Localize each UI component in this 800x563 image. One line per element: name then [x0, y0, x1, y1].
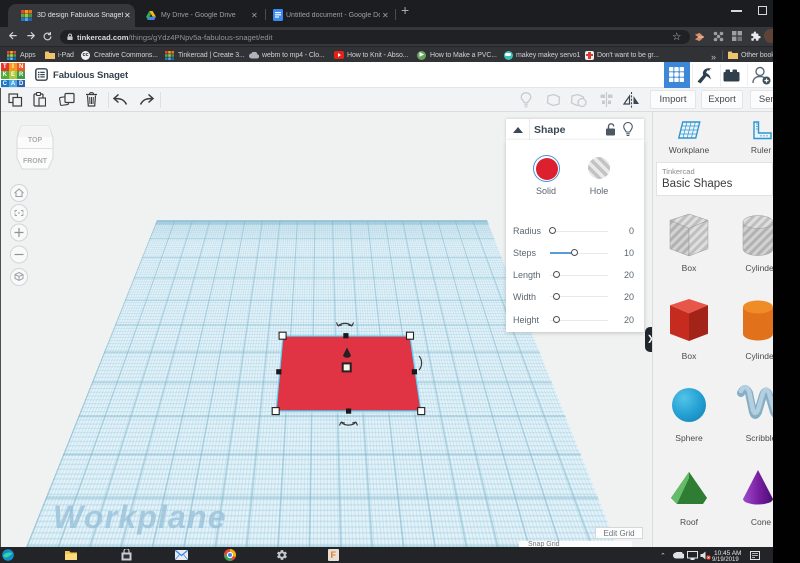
svg-text:FRONT: FRONT — [23, 158, 48, 165]
svg-text:TOP: TOP — [28, 137, 43, 144]
